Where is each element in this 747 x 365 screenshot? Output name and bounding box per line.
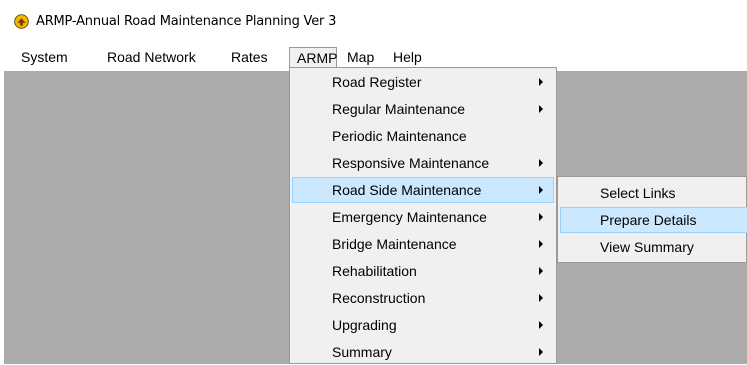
submenu-arrow-icon	[539, 321, 543, 329]
menu-item-periodic-maintenance[interactable]: Periodic Maintenance	[292, 123, 554, 149]
menu-help[interactable]: Help	[393, 47, 422, 68]
title-bar: ARMP-Annual Road Maintenance Planning Ve…	[0, 0, 747, 44]
menu-item-reconstruction[interactable]: Reconstruction	[292, 285, 554, 311]
armp-dropdown-menu: Road Register Regular Maintenance Period…	[289, 67, 557, 364]
submenu-arrow-icon	[539, 240, 543, 248]
submenu-arrow-icon	[539, 105, 543, 113]
app-logo-icon	[14, 14, 29, 29]
submenu-arrow-icon	[539, 294, 543, 302]
menu-road-network[interactable]: Road Network	[107, 47, 196, 68]
menu-item-responsive-maintenance[interactable]: Responsive Maintenance	[292, 150, 554, 176]
menu-item-rehabilitation[interactable]: Rehabilitation	[292, 258, 554, 284]
menu-item-road-register[interactable]: Road Register	[292, 69, 554, 95]
menu-item-emergency-maintenance[interactable]: Emergency Maintenance	[292, 204, 554, 230]
submenu-arrow-icon	[539, 78, 543, 86]
menu-item-upgrading[interactable]: Upgrading	[292, 312, 554, 338]
menu-item-regular-maintenance[interactable]: Regular Maintenance	[292, 96, 554, 122]
menu-armp[interactable]: ARMP	[289, 47, 337, 68]
submenu-item-view-summary[interactable]: View Summary	[560, 234, 747, 260]
menu-item-summary[interactable]: Summary	[292, 339, 554, 365]
submenu-arrow-icon	[539, 348, 543, 356]
menu-rates[interactable]: Rates	[231, 47, 268, 68]
submenu-arrow-icon	[539, 159, 543, 167]
window-title: ARMP-Annual Road Maintenance Planning Ve…	[36, 14, 337, 29]
submenu-item-prepare-details[interactable]: Prepare Details	[560, 207, 747, 233]
submenu-arrow-icon	[539, 267, 543, 275]
submenu-item-select-links[interactable]: Select Links	[560, 180, 747, 206]
menu-item-bridge-maintenance[interactable]: Bridge Maintenance	[292, 231, 554, 257]
menu-map[interactable]: Map	[347, 47, 374, 68]
road-side-submenu: Select Links Prepare Details View Summar…	[557, 176, 747, 263]
submenu-arrow-icon	[539, 186, 543, 194]
menu-system[interactable]: System	[21, 47, 68, 68]
submenu-arrow-icon	[539, 213, 543, 221]
menu-item-road-side-maintenance[interactable]: Road Side Maintenance	[292, 177, 554, 203]
